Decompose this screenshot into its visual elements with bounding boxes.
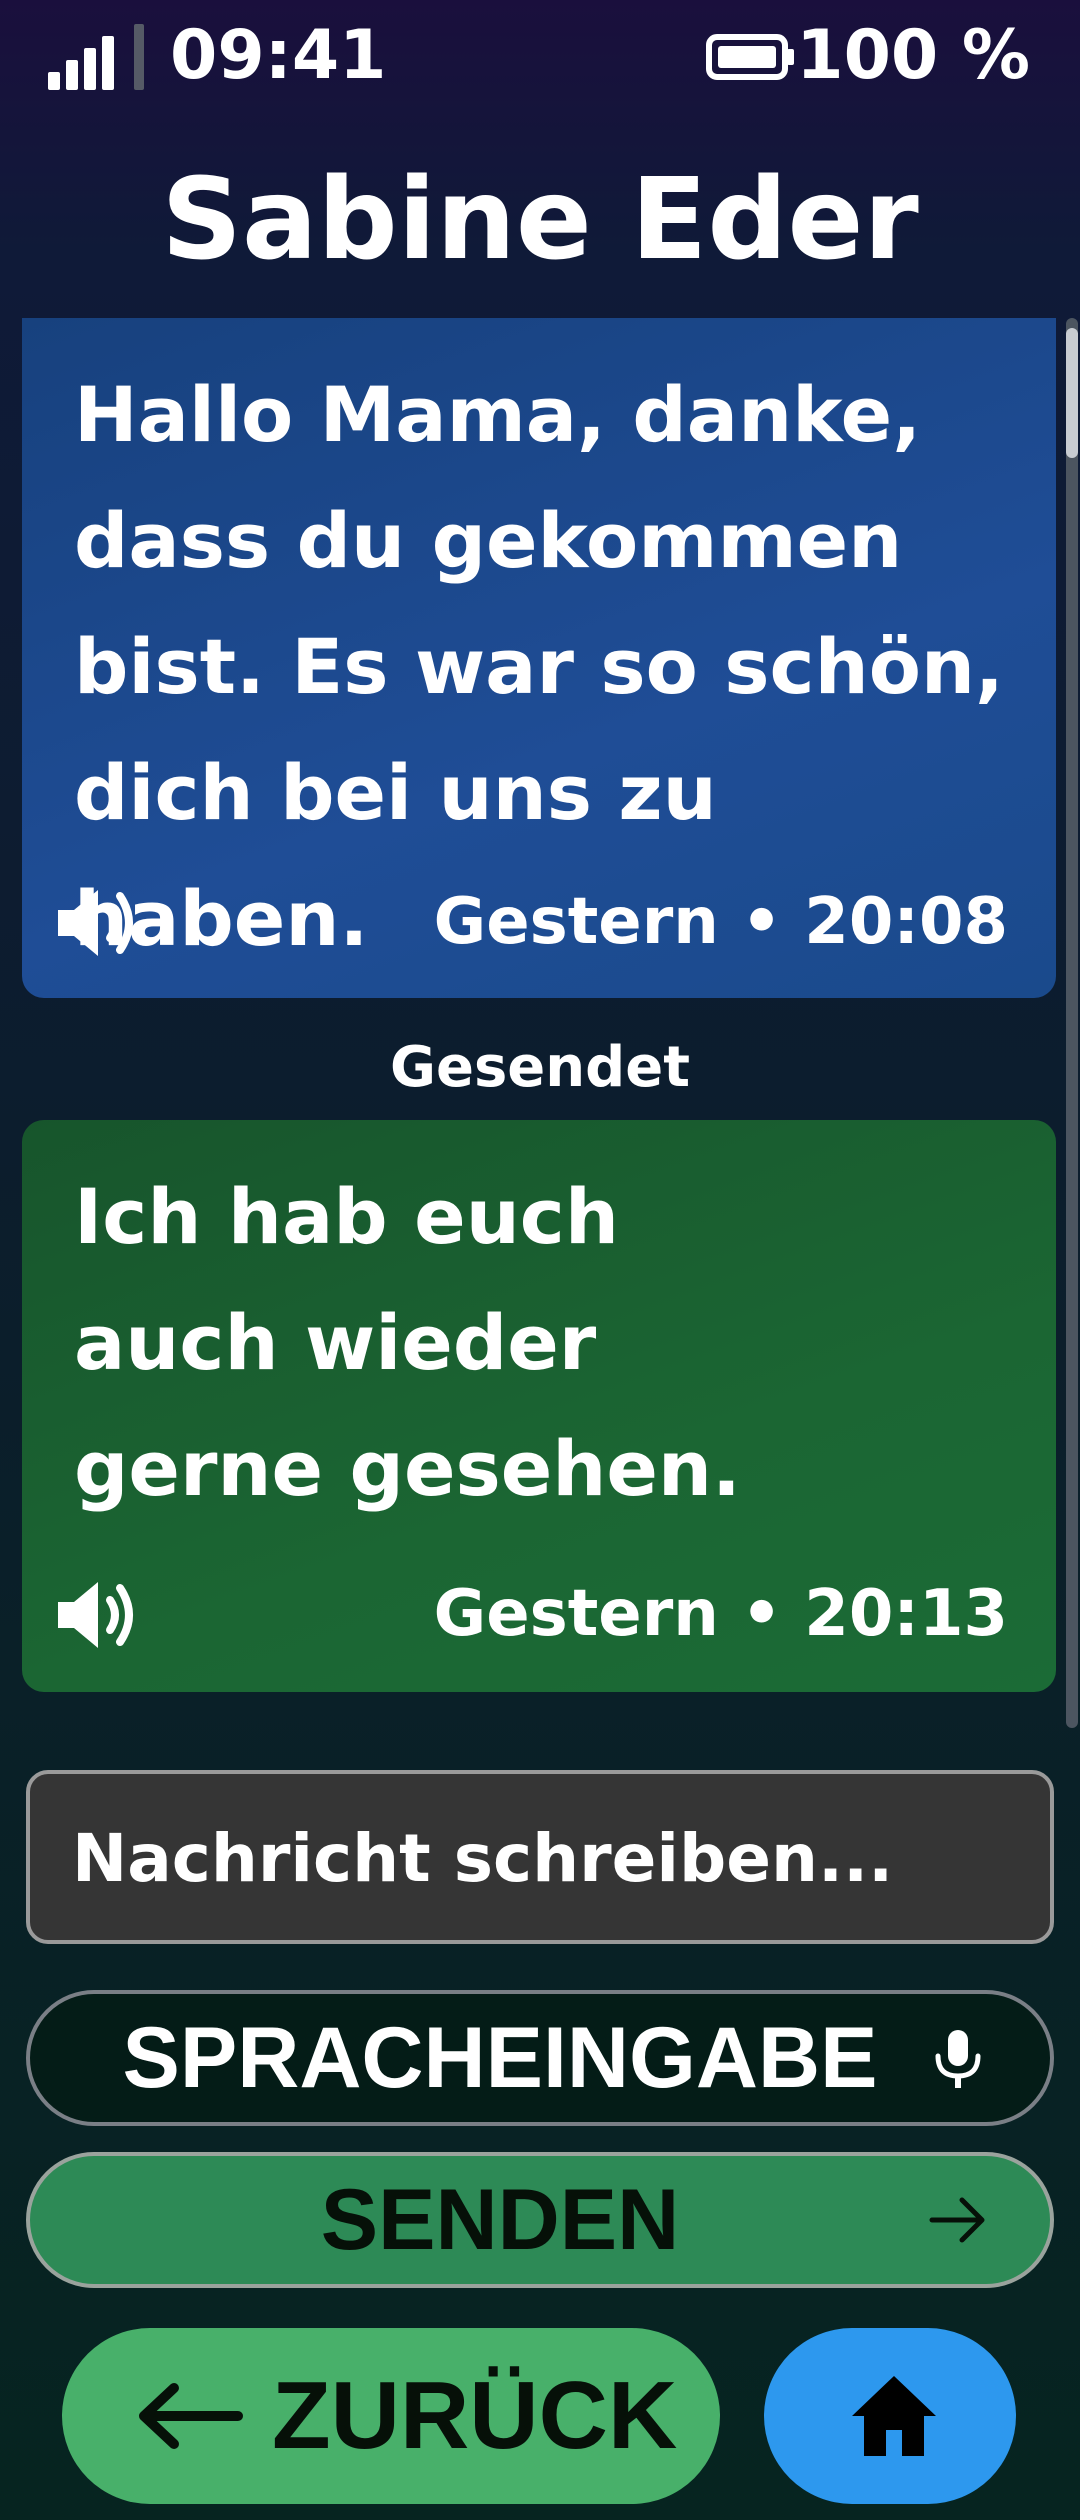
message-bubble-received: Hallo Mama, danke, dass du gekommen bist… bbox=[22, 318, 1056, 998]
home-button[interactable] bbox=[764, 2328, 1016, 2504]
message-timestamp: Gestern • 20:13 bbox=[433, 1577, 1008, 1651]
microphone-icon bbox=[935, 2030, 981, 2088]
status-bar: 09:41 100 % bbox=[0, 0, 1080, 110]
battery-percentage: 100 % bbox=[796, 16, 1030, 95]
voice-input-button[interactable]: SPRACHEINGABE bbox=[26, 1990, 1054, 2126]
message-input[interactable] bbox=[70, 1802, 1014, 1914]
status-time: 09:41 bbox=[170, 16, 387, 95]
scrollbar[interactable] bbox=[1066, 318, 1078, 1728]
arrow-left-icon bbox=[139, 2383, 243, 2449]
back-button[interactable]: ZURÜCK bbox=[62, 2328, 720, 2504]
scrollbar-thumb[interactable] bbox=[1066, 328, 1078, 458]
battery-icon bbox=[706, 34, 794, 80]
voice-input-label: SPRACHEINGABE bbox=[122, 2010, 878, 2106]
arrow-right-icon bbox=[929, 2197, 985, 2243]
send-button[interactable]: SENDEN bbox=[26, 2152, 1054, 2288]
send-label: SENDEN bbox=[320, 2172, 680, 2268]
message-text: Ich hab euch auch wieder gerne gesehen. bbox=[74, 1172, 741, 1513]
message-timestamp: Gestern • 20:08 bbox=[433, 885, 1008, 959]
message-bubble-sent: Ich hab euch auch wieder gerne gesehen. … bbox=[22, 1120, 1056, 1692]
home-icon bbox=[852, 2376, 936, 2456]
message-input-box[interactable] bbox=[26, 1770, 1054, 1944]
speaker-icon[interactable] bbox=[54, 1576, 140, 1654]
contact-name-title: Sabine Eder bbox=[161, 155, 919, 285]
back-label: ZURÜCK bbox=[272, 2362, 678, 2469]
sent-status-label: Gesendet bbox=[390, 1035, 690, 1100]
signal-icon bbox=[48, 24, 148, 90]
speaker-icon[interactable] bbox=[54, 884, 140, 962]
